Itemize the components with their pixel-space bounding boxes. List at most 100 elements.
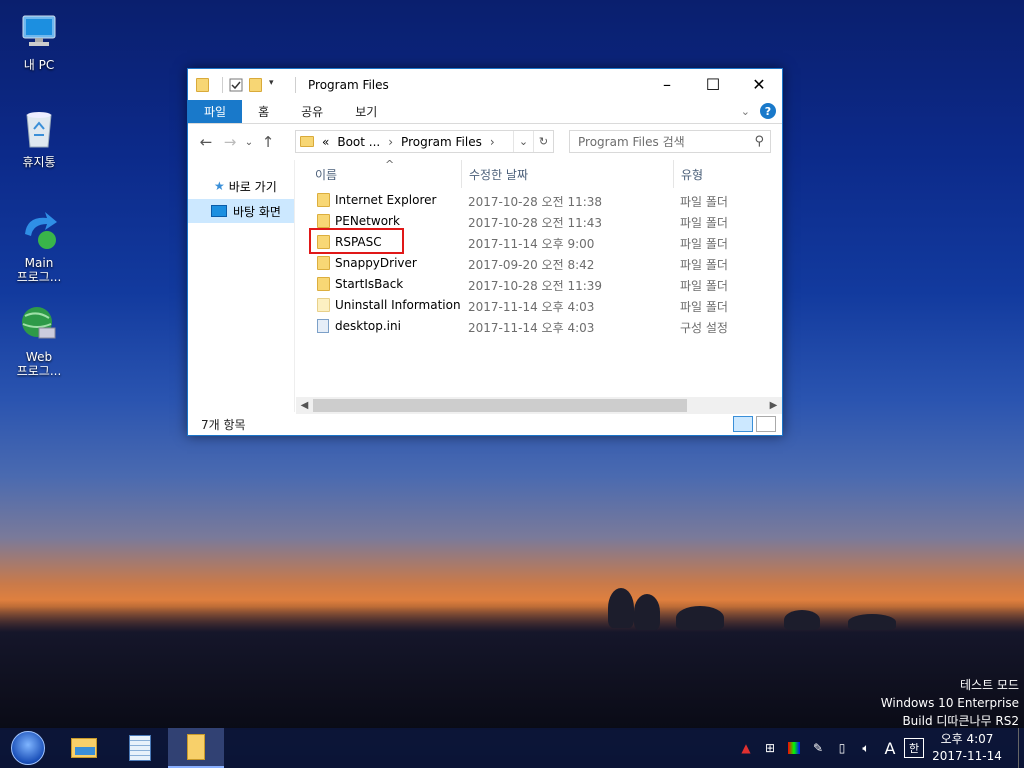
table-row[interactable]: StartIsBack 2017-10-28 오전 11:39 파일 폴더 xyxy=(296,274,782,295)
search-icon[interactable]: ⚲ xyxy=(754,134,764,149)
file-date: 2017-10-28 오전 11:43 xyxy=(468,216,603,230)
address-dropdown-icon[interactable]: ⌄ xyxy=(513,131,533,152)
file-date: 2017-10-28 오전 11:39 xyxy=(468,279,603,293)
column-header-type[interactable]: 유형 xyxy=(671,160,781,188)
tray-tool-icon[interactable]: ✎ xyxy=(808,738,828,758)
search-input[interactable]: Program Files 검색 ⚲ xyxy=(569,130,771,153)
tree-silhouette xyxy=(848,614,896,630)
test-mode-watermark: 테스트 모드 Windows 10 Enterprise Build 디따큰나무… xyxy=(880,678,1019,728)
breadcrumb-boot[interactable]: Boot ... xyxy=(337,135,380,149)
desktop-icon-label: 휴지통 xyxy=(22,155,56,169)
file-date: 2017-11-14 오후 4:03 xyxy=(468,321,595,335)
up-arrow-icon[interactable]: ↑ xyxy=(256,133,280,151)
column-header-name[interactable]: 이름 ^ xyxy=(305,158,461,188)
address-overflow[interactable]: « xyxy=(322,135,329,149)
desktop-icon-recycle-bin[interactable]: 휴지통 xyxy=(9,107,69,169)
tab-home[interactable]: 홈 xyxy=(242,100,285,123)
refresh-icon[interactable]: ↻ xyxy=(533,131,553,152)
customize-toolbar-icon[interactable]: ▾ xyxy=(269,78,283,92)
close-button[interactable]: ✕ xyxy=(736,69,782,99)
large-icons-view-icon[interactable] xyxy=(756,416,776,432)
folder-icon xyxy=(317,214,331,228)
breadcrumb-chevron-icon[interactable]: › xyxy=(388,135,393,149)
nav-item-desktop[interactable]: 바탕 화면 xyxy=(188,199,294,223)
help-icon[interactable]: ? xyxy=(760,103,776,119)
clock[interactable]: 오후 4:07 2017-11-14 xyxy=(926,731,1008,765)
forward-arrow-icon[interactable]: → xyxy=(218,133,242,151)
tab-share[interactable]: 공유 xyxy=(285,100,339,123)
nav-item-quick-access[interactable]: ★ 바로 가기 xyxy=(188,174,294,198)
back-arrow-icon[interactable]: ← xyxy=(194,133,218,151)
program-arrow-icon xyxy=(17,208,61,252)
table-row[interactable]: Uninstall Information 2017-11-14 오후 4:03… xyxy=(296,295,782,316)
breadcrumb-chevron-icon[interactable]: › xyxy=(490,135,495,149)
address-bar[interactable]: « Boot ... › Program Files › ⌄ ↻ xyxy=(295,130,554,153)
recent-locations-chevron-icon[interactable]: ⌄ xyxy=(242,137,256,148)
show-desktop-button[interactable] xyxy=(1018,728,1024,768)
tray-app-icon[interactable]: ▲ xyxy=(736,738,756,758)
desktop-icon-web-program[interactable]: Web 프로그... xyxy=(9,302,69,378)
tree-silhouette xyxy=(634,594,660,630)
start-button[interactable] xyxy=(0,728,56,768)
folder-icon xyxy=(196,77,210,92)
file-type: 파일 폴더 xyxy=(680,300,728,314)
file-type: 파일 폴더 xyxy=(680,279,728,293)
folder-icon xyxy=(317,256,331,270)
maximize-button[interactable]: ☐ xyxy=(690,69,736,99)
tab-file[interactable]: 파일 xyxy=(188,100,243,123)
input-language-indicator[interactable]: A xyxy=(880,738,900,758)
sort-ascending-icon: ^ xyxy=(385,158,395,171)
taskbar-explorer-window-button[interactable] xyxy=(168,728,224,768)
tab-view[interactable]: 보기 xyxy=(339,100,393,123)
minimize-button[interactable]: – xyxy=(644,69,690,99)
file-name: PENetwork xyxy=(335,214,400,228)
clock-date: 2017-11-14 xyxy=(932,749,1002,763)
new-folder-icon[interactable] xyxy=(249,77,263,92)
desktop-icon-label: Web xyxy=(25,350,53,364)
folder-icon xyxy=(317,277,331,291)
clock-time: 오후 4:07 xyxy=(940,732,994,746)
network-icon[interactable]: ⊞ xyxy=(760,738,780,758)
star-icon: ★ xyxy=(214,179,225,193)
desktop-icon-label: 프로그... xyxy=(16,364,62,378)
breadcrumb-program-files[interactable]: Program Files xyxy=(401,135,482,149)
folder-icon xyxy=(187,734,205,760)
ime-mode-indicator[interactable]: 한 xyxy=(904,738,924,758)
desktop-icon-this-pc[interactable]: 내 PC xyxy=(9,10,69,72)
desktop-icon-label: 내 PC xyxy=(23,58,55,72)
file-type: 구성 설정 xyxy=(680,321,728,335)
column-header-date[interactable]: 수정한 날짜 xyxy=(459,160,674,188)
scroll-left-icon[interactable]: ◀ xyxy=(296,400,313,411)
table-row[interactable]: Internet Explorer 2017-10-28 오전 11:38 파일… xyxy=(296,190,782,211)
file-explorer-icon xyxy=(71,738,97,758)
scroll-right-icon[interactable]: ▶ xyxy=(765,400,782,411)
taskbar-file-explorer-button[interactable] xyxy=(56,728,112,768)
divider xyxy=(295,76,296,93)
taskbar-notepad-button[interactable] xyxy=(112,728,168,768)
details-view-icon[interactable] xyxy=(733,416,753,432)
folder-icon xyxy=(300,136,314,147)
file-name: Uninstall Information xyxy=(335,298,461,312)
volume-icon[interactable]: 🔈︎ xyxy=(856,738,876,758)
table-row[interactable]: desktop.ini 2017-11-14 오후 4:03 구성 설정 xyxy=(296,316,782,337)
notepad-icon xyxy=(129,735,151,761)
expand-ribbon-icon[interactable]: ⌄ xyxy=(741,105,750,118)
file-type: 파일 폴더 xyxy=(680,195,728,209)
table-row[interactable]: SnappyDriver 2017-09-20 오전 8:42 파일 폴더 xyxy=(296,253,782,274)
search-placeholder: Program Files 검색 xyxy=(578,135,685,149)
file-date: 2017-11-14 오후 9:00 xyxy=(468,237,595,251)
item-count: 7개 항목 xyxy=(201,417,246,432)
navigation-bar: ← → ⌄ ↑ « Boot ... › Program Files › ⌄ ↻… xyxy=(188,124,782,160)
properties-check-icon[interactable] xyxy=(229,78,243,92)
title-bar[interactable]: ▾ Program Files – ☐ ✕ xyxy=(188,69,782,100)
usb-icon[interactable]: ▯ xyxy=(832,738,852,758)
tree-silhouette xyxy=(784,610,820,630)
settings-file-icon xyxy=(317,319,331,333)
file-date: 2017-09-20 오전 8:42 xyxy=(468,258,595,272)
scrollbar-thumb[interactable] xyxy=(313,399,687,412)
desktop-icon-main-program[interactable]: Main 프로그... xyxy=(9,208,69,284)
color-app-icon[interactable] xyxy=(784,738,804,758)
navigation-pane: ★ 바로 가기 바탕 화면 xyxy=(188,160,295,412)
horizontal-scrollbar[interactable]: ◀ ▶ xyxy=(296,397,782,414)
file-date: 2017-10-28 오전 11:38 xyxy=(468,195,603,209)
